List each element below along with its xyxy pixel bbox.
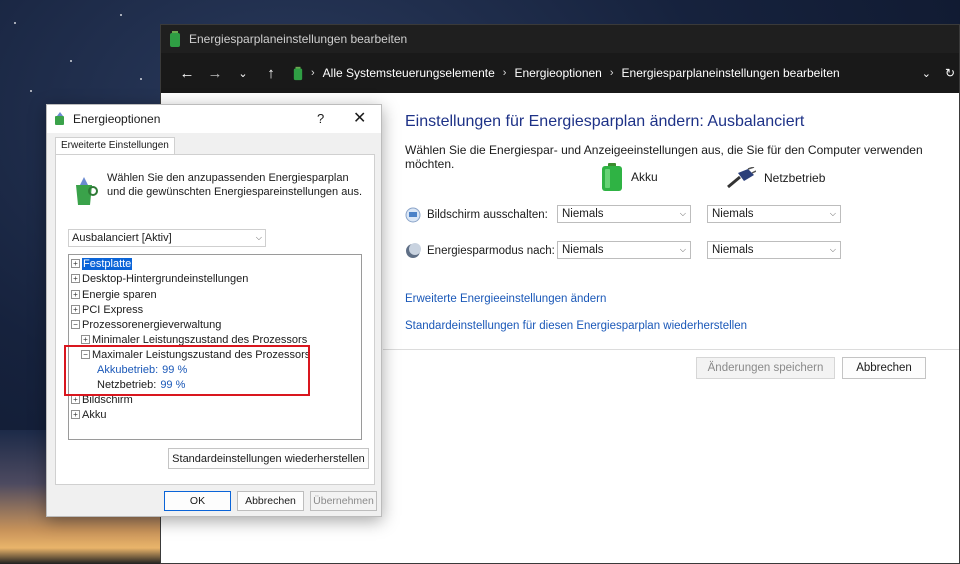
row-sleep: Energiesparmodus nach: (405, 243, 555, 259)
battery-plan-icon (170, 31, 180, 47)
expand-icon[interactable]: + (71, 410, 80, 419)
star (70, 60, 72, 62)
refresh-icon[interactable]: ↻ (945, 66, 955, 80)
tree-item-label: Festplatte (82, 257, 133, 270)
expand-icon[interactable]: + (81, 335, 90, 344)
monitor-icon (405, 207, 421, 223)
display-off-plugged-value: Niemals (712, 208, 754, 220)
breadcrumb-separator-icon: › (609, 67, 614, 79)
tab-advanced-settings[interactable]: Erweiterte Einstellungen (55, 137, 175, 155)
tree-item-battery[interactable]: + Akku (71, 407, 106, 422)
recent-locations-button[interactable]: ⌄ (229, 59, 257, 87)
tree-item-label: Prozessorenergieverwaltung (82, 318, 222, 331)
sleep-battery-select[interactable]: Niemals ⌵ (557, 241, 691, 259)
dialog-intro-text: Wählen Sie den anzupassenden Energiespar… (107, 172, 363, 198)
dialog-titlebar: Energieoptionen (47, 105, 381, 133)
column-battery-label: Akku (631, 170, 658, 184)
expand-icon[interactable]: + (71, 274, 80, 283)
dialog-cancel-button[interactable]: Abbrechen (237, 491, 304, 511)
row-display-off-label: Bildschirm ausschalten: (427, 209, 548, 221)
tree-item-label: Minimaler Leistungszustand des Prozessor… (92, 333, 308, 346)
breadcrumb-separator-icon: › (311, 67, 315, 79)
dialog-title: Energieoptionen (73, 112, 161, 126)
tree-item-label: Energie sparen (82, 288, 157, 301)
star (140, 78, 142, 80)
sleep-plugged-select[interactable]: Niemals ⌵ (707, 241, 841, 259)
battery-icon (602, 163, 622, 191)
power-plan-icon (76, 177, 98, 205)
display-off-battery-select[interactable]: Niemals ⌵ (557, 205, 691, 223)
restore-defaults-button[interactable]: Standardeinstellungen wiederherstellen (168, 448, 369, 469)
chevron-down-icon: ⌵ (679, 245, 686, 254)
ok-button[interactable]: OK (164, 491, 231, 511)
row-display-off: Bildschirm ausschalten: (405, 207, 548, 223)
expand-icon[interactable]: + (71, 290, 80, 299)
help-icon[interactable]: ? (317, 111, 324, 126)
divider (383, 349, 959, 350)
page-description: Wählen Sie die Energiespar- und Anzeigee… (405, 143, 923, 171)
back-button[interactable]: ← (173, 59, 201, 87)
dialog-panel: Wählen Sie den anzupassenden Energiespar… (55, 154, 375, 485)
chevron-down-icon: ⌵ (829, 209, 836, 218)
sleep-battery-value: Niemals (562, 244, 604, 256)
tree-item-label: PCI Express (82, 303, 144, 316)
display-off-battery-value: Niemals (562, 208, 604, 220)
close-icon[interactable]: ✕ (353, 108, 366, 128)
column-plugged-label: Netzbetrieb (764, 171, 826, 185)
advanced-settings-link[interactable]: Erweiterte Energieeinstellungen ändern (405, 293, 606, 305)
tree-item-desktop-background[interactable]: + Desktop-Hintergrundeinstellungen (71, 271, 248, 286)
window-titlebar: Energiesparplaneinstellungen bearbeiten (161, 25, 959, 53)
sleep-plugged-value: Niemals (712, 244, 754, 256)
display-off-plugged-select[interactable]: Niemals ⌵ (707, 205, 841, 223)
window-title: Energiesparplaneinstellungen bearbeiten (189, 32, 408, 46)
tree-item-processor-power[interactable]: − Prozessorenergieverwaltung (71, 317, 221, 332)
restore-defaults-link[interactable]: Standardeinstellungen für diesen Energie… (405, 320, 747, 332)
breadcrumb-separator-icon: › (502, 67, 507, 79)
chevron-down-icon: ⌵ (829, 245, 836, 254)
tree-item-label: Akku (82, 408, 107, 421)
expand-icon[interactable]: + (71, 259, 80, 268)
tree-item-energy-saver[interactable]: + Energie sparen (71, 287, 157, 302)
page-title: Einstellungen für Energiesparplan ändern… (405, 113, 805, 130)
moon-icon (406, 243, 421, 258)
power-options-icon (55, 112, 64, 125)
collapse-icon[interactable]: − (71, 320, 80, 329)
chevron-down-icon: ⌵ (679, 209, 686, 218)
tree-item-pci-express[interactable]: + PCI Express (71, 302, 143, 317)
address-bar[interactable]: › Alle Systemsteuerungselemente › Energi… (293, 66, 840, 81)
expand-icon[interactable]: + (71, 395, 80, 404)
star (120, 14, 122, 16)
power-options-dialog: Energieoptionen ? ✕ Erweiterte Einstellu… (46, 104, 382, 517)
highlight-annotation (64, 345, 310, 396)
save-changes-button[interactable]: Änderungen speichern (696, 357, 835, 379)
column-plugged: Netzbetrieb (726, 167, 825, 189)
plan-select-value: Ausbalanciert [Aktiv] (72, 232, 172, 244)
tree-item-harddisk[interactable]: + Festplatte (71, 256, 133, 271)
row-sleep-label: Energiesparmodus nach: (427, 245, 555, 257)
navigation-bar: ← → ⌄ ↑ › Alle Systemsteuerungselemente … (161, 53, 959, 93)
cancel-button[interactable]: Abbrechen (842, 357, 926, 379)
breadcrumb-power-options[interactable]: Energieoptionen (514, 66, 601, 80)
breadcrumb-edit-plan[interactable]: Energiesparplaneinstellungen bearbeiten (622, 66, 840, 80)
star (14, 22, 16, 24)
plan-select[interactable]: Ausbalanciert [Aktiv] ⌵ (68, 229, 266, 247)
up-button[interactable]: ↑ (257, 59, 285, 87)
column-battery: Akku (601, 163, 658, 191)
expand-icon[interactable]: + (71, 305, 80, 314)
breadcrumb-all-items[interactable]: Alle Systemsteuerungselemente (323, 66, 495, 80)
battery-plan-icon (293, 66, 303, 80)
power-plug-icon (727, 167, 756, 189)
address-dropdown-icon[interactable]: ⌄ (922, 67, 931, 80)
chevron-down-icon: ⌵ (255, 233, 262, 242)
apply-button[interactable]: Übernehmen (310, 491, 377, 511)
forward-button[interactable]: → (201, 59, 229, 87)
star (30, 90, 32, 92)
tree-item-label: Desktop-Hintergrundeinstellungen (82, 272, 249, 285)
